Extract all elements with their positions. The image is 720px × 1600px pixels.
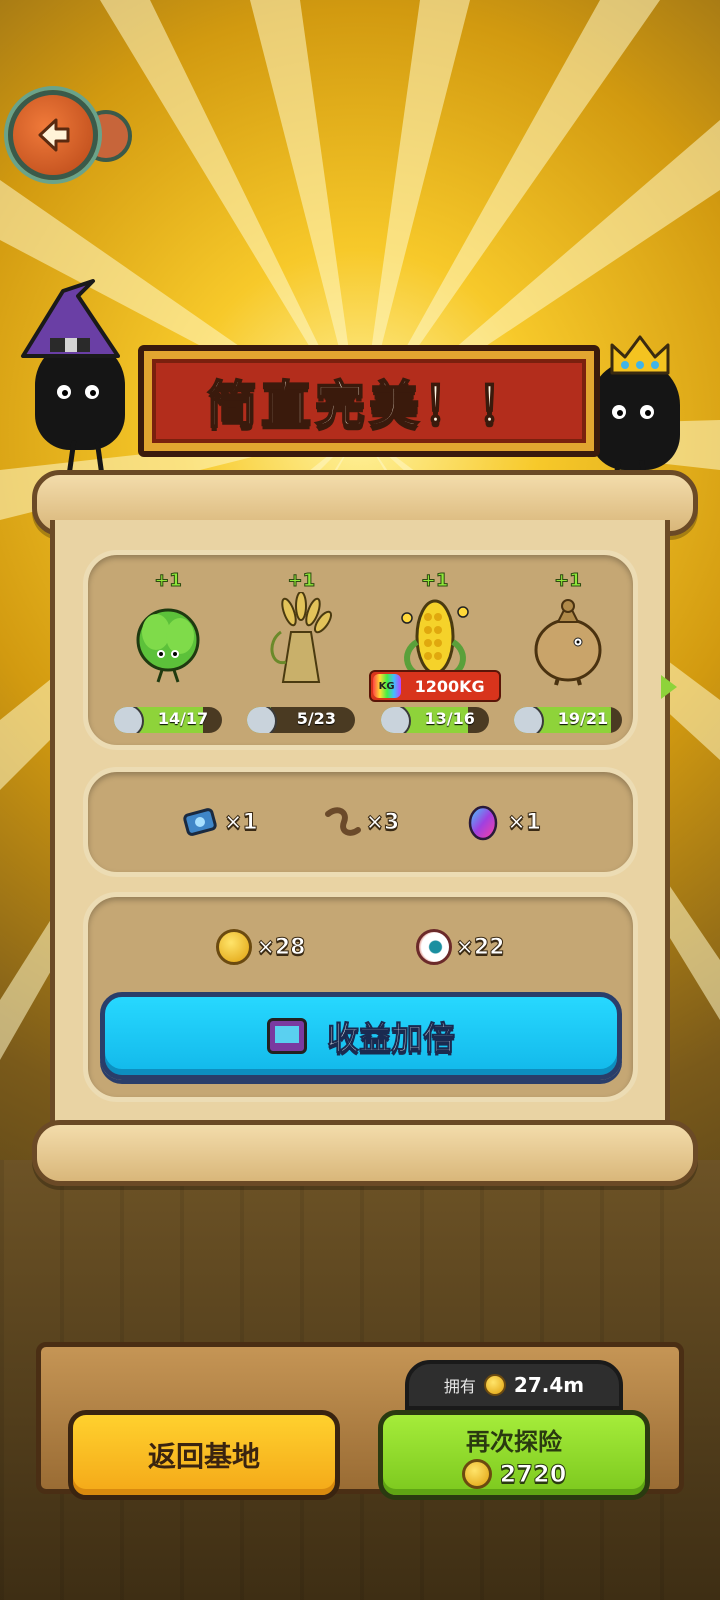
collection-progress: 5/23 xyxy=(247,707,356,733)
double-rewards-label: 收益加倍 xyxy=(326,1019,455,1058)
loot-item: ×1 xyxy=(463,802,542,842)
skull-icon xyxy=(114,707,144,733)
bonus-label: +1 xyxy=(154,570,183,592)
collection-count: 5/23 xyxy=(296,709,336,728)
owned-coins-display: 拥有 27.4m xyxy=(405,1360,623,1410)
banner-title: 简直完美！！ xyxy=(206,375,531,435)
double-rewards-button[interactable]: 收益加倍 xyxy=(100,992,622,1080)
skull-icon xyxy=(380,707,411,733)
owned-value: 27.4m xyxy=(513,1373,585,1397)
blue-machine-part-icon xyxy=(183,808,217,836)
collection-progress: 19/21 xyxy=(513,707,622,733)
scroll-right-arrow-icon[interactable] xyxy=(661,675,677,699)
weight-value: 1200KG xyxy=(414,676,485,696)
collection-progress: 13/16 xyxy=(380,707,489,733)
loot-item: ×1 xyxy=(180,802,258,842)
creature-eye xyxy=(57,385,71,399)
loot-quantity: ×1 xyxy=(223,809,258,835)
coin-icon xyxy=(461,1458,492,1489)
sack-creature-icon xyxy=(534,599,602,686)
king-creature xyxy=(590,360,680,470)
eyeball-icon xyxy=(415,929,452,965)
weight-badge: KG 1200KG xyxy=(368,670,501,702)
return-to-base-button[interactable]: 返回基地 xyxy=(68,1410,340,1500)
explore-again-button[interactable]: 再次探险 2720 xyxy=(378,1410,650,1500)
scroll-bottom-roll xyxy=(32,1120,698,1186)
collection-progress: 14/17 xyxy=(114,707,222,733)
return-to-base-label: 返回基地 xyxy=(147,1440,260,1473)
collection-count: 14/17 xyxy=(157,709,209,728)
rewards-section: ×28 ×22 收益加倍 xyxy=(83,892,638,1102)
eyeball-quantity: ×22 xyxy=(455,934,505,960)
crown-icon xyxy=(610,335,670,375)
harvest-item[interactable]: +1 14/17 xyxy=(108,570,228,740)
loot-row: ×1 ×3 ×1 xyxy=(88,772,633,872)
back-button[interactable] xyxy=(8,90,98,180)
currency-row: ×28 ×22 xyxy=(88,917,633,977)
coin-quantity: ×28 xyxy=(256,934,306,960)
creature-eye xyxy=(85,385,99,399)
explore-again-label: 再次探险 xyxy=(466,1427,562,1456)
creature-eye xyxy=(640,405,654,419)
game-screen: 简直完美！！ +1 14/17 +1 5/23 +1 KG 1200KG 13/… xyxy=(0,0,720,1600)
loot-quantity: ×1 xyxy=(507,809,542,835)
harvest-items-row: +1 14/17 +1 5/23 +1 KG 1200KG 13/16 +1 1… xyxy=(108,570,628,740)
rainbow-egg-icon xyxy=(469,805,498,841)
worm-icon xyxy=(324,807,361,836)
loot-section: ×1 ×3 ×1 xyxy=(83,767,638,877)
collection-count: 13/16 xyxy=(424,709,475,728)
coin-icon xyxy=(483,1374,506,1396)
harvest-item[interactable]: +1 19/21 xyxy=(508,570,628,740)
rainbow-weight-icon: KG xyxy=(372,674,401,698)
explore-cost-value: 2720 xyxy=(499,1459,567,1488)
skull-icon xyxy=(513,707,544,733)
result-banner: 简直完美！！ xyxy=(138,345,600,457)
harvest-section: +1 14/17 +1 5/23 +1 KG 1200KG 13/16 +1 1… xyxy=(83,550,677,750)
coin-icon xyxy=(216,929,253,965)
bonus-label: +1 xyxy=(287,570,316,592)
witch-hat-icon xyxy=(21,279,120,358)
loot-item: ×3 xyxy=(322,802,400,842)
bonus-label: +1 xyxy=(420,570,449,592)
bonus-label: +1 xyxy=(554,570,583,592)
creature-eye xyxy=(612,405,626,419)
wheat-bundle-icon xyxy=(270,592,333,683)
video-ad-icon xyxy=(266,1018,307,1054)
harvest-item[interactable]: +1 KG 1200KG 13/16 xyxy=(368,570,501,740)
explore-cost: 2720 xyxy=(461,1458,567,1489)
results-panel: +1 14/17 +1 5/23 +1 KG 1200KG 13/16 +1 1… xyxy=(50,520,677,1130)
harvest-item[interactable]: +1 5/23 xyxy=(241,570,361,740)
lettuce-creature-icon xyxy=(136,608,200,683)
loot-quantity: ×3 xyxy=(365,809,400,835)
eyeball-reward: ×22 xyxy=(415,929,505,965)
owned-label: 拥有 xyxy=(443,1377,476,1396)
collection-count: 19/21 xyxy=(557,709,609,728)
arrow-left-icon xyxy=(38,118,70,152)
skull-icon xyxy=(247,707,278,733)
coin-reward: ×28 xyxy=(216,929,306,965)
